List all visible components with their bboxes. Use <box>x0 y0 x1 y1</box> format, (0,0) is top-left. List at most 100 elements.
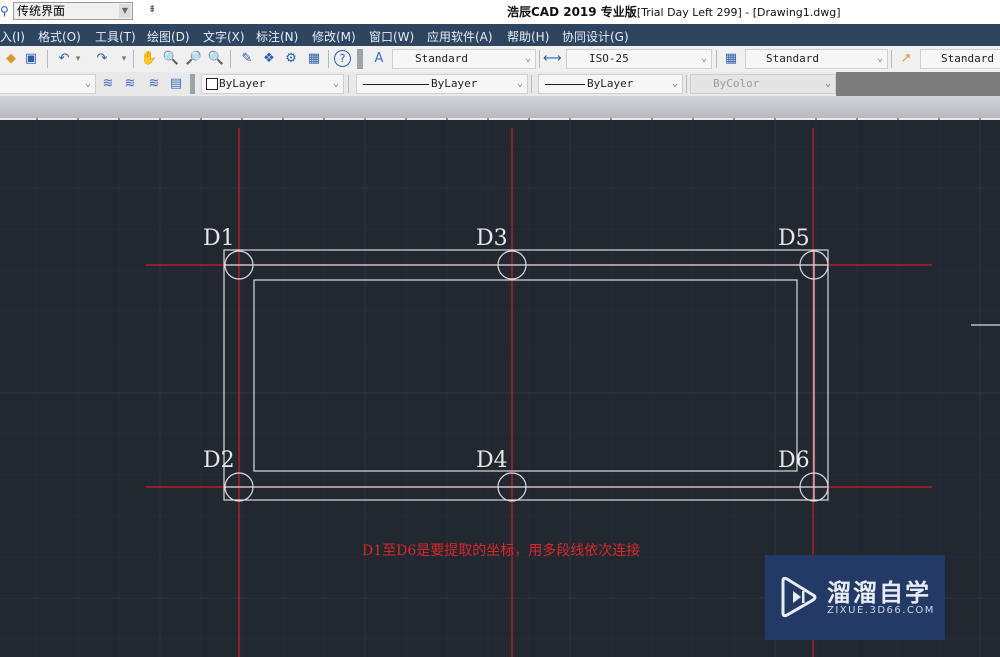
lineweight-select[interactable]: ByLayer ⌄ <box>538 74 683 94</box>
window-title: 浩辰CAD 2019 专业版[Trial Day Left 299] - [Dr… <box>507 3 841 20</box>
calculator-icon[interactable]: ▦ <box>305 50 323 68</box>
plotstyle-value: ByColor <box>713 77 760 90</box>
toolbar-separator <box>133 50 134 68</box>
match-properties-icon[interactable]: ✎ <box>238 50 256 68</box>
toolbar-grip[interactable] <box>357 49 363 69</box>
menu-tools[interactable]: 工具(T) <box>95 28 136 45</box>
toolbar-separator <box>539 50 540 68</box>
menu-draw[interactable]: 绘图(D) <box>147 28 190 45</box>
toolbar-separator <box>686 75 687 93</box>
quick-access-customize-icon[interactable]: ⇟ <box>148 4 156 15</box>
toolbar-separator <box>716 50 717 68</box>
text-style-icon[interactable]: A <box>370 50 388 68</box>
menu-window[interactable]: 窗口(W) <box>369 28 414 45</box>
watermark-badge: 溜溜自学 ZIXUE.3D66.COM <box>765 555 945 640</box>
toolbar-dock-strip <box>0 96 1000 120</box>
toolbar-separator <box>230 50 231 68</box>
lineweight-preview <box>545 84 585 85</box>
geometry <box>223 249 1000 502</box>
chevron-down-icon: ⌄ <box>332 78 339 89</box>
toolbar-grip[interactable] <box>190 74 195 94</box>
linetype-preview <box>363 84 429 85</box>
chevron-down-icon: ⌄ <box>671 78 678 89</box>
pan-hand-icon[interactable]: ✋ <box>140 50 158 68</box>
menu-bar: 入(I) 格式(O) 工具(T) 绘图(D) 文字(X) 标注(N) 修改(M)… <box>0 24 1000 46</box>
plotstyle-select: ByColor ⌄ <box>690 74 836 94</box>
lineweight-value: ByLayer <box>587 77 634 90</box>
multileader-style-select[interactable]: Standard <box>920 49 1000 69</box>
menu-dimension[interactable]: 标注(N) <box>256 28 298 45</box>
drawing-caption: D1至D6是要提取的坐标，用多段线依次连接 <box>362 543 641 559</box>
play-logo-icon <box>781 576 817 618</box>
toolbar-separator <box>891 50 892 68</box>
toolbar-separator <box>531 75 532 93</box>
chevron-down-icon: ⌄ <box>876 53 883 64</box>
linetype-select[interactable]: ByLayer ⌄ <box>356 74 528 94</box>
menu-insert[interactable]: 入(I) <box>0 28 25 45</box>
chevron-down-icon: ⌄ <box>516 78 523 89</box>
publish-icon[interactable]: ▣ <box>22 50 40 68</box>
chevron-down-icon: ⌄ <box>700 53 707 64</box>
standard-toolbar: ◆ ▣ ↶ ▾ ↷ ▾ ✋ 🔍 🔎 🔍 ✎ ❖ ⚙ ▦ ? A Standard… <box>0 46 1000 73</box>
menu-applications[interactable]: 应用软件(A) <box>427 28 493 45</box>
title-bar: ⚲ 传统界面 ▼ ⇟ 浩辰CAD 2019 专业版[Trial Day Left… <box>0 0 1000 24</box>
inner-rectangle[interactable] <box>253 279 798 472</box>
toolbar-separator <box>348 75 349 93</box>
app-name: 浩辰CAD 2019 专业版 <box>507 5 637 19</box>
layer-match-icon[interactable]: ▤ <box>167 75 185 93</box>
zoom-realtime-icon[interactable]: 🔍 <box>162 50 180 68</box>
help-icon[interactable]: ? <box>334 50 351 67</box>
design-center-icon[interactable]: ❖ <box>260 50 278 68</box>
color-value: ByLayer <box>219 77 266 90</box>
undo-dropdown-icon[interactable]: ▾ <box>73 50 83 68</box>
menu-help[interactable]: 帮助(H) <box>507 28 549 45</box>
layer-select[interactable]: ⌄ <box>0 74 96 94</box>
layer-previous-icon[interactable]: ≋ <box>145 75 163 93</box>
linetype-value: ByLayer <box>431 77 478 90</box>
color-select[interactable]: ByLayer ⌄ <box>201 74 344 94</box>
zoom-window-icon[interactable]: 🔎 <box>185 50 203 68</box>
redo-dropdown-icon[interactable]: ▾ <box>119 50 129 68</box>
menu-text[interactable]: 文字(X) <box>203 28 245 45</box>
layer-state-icon[interactable]: ≋ <box>121 75 139 93</box>
chevron-down-icon: ⌄ <box>824 78 831 89</box>
color-swatch <box>206 78 218 90</box>
point-label-d1: D1 <box>203 226 235 251</box>
dimension-style-select[interactable]: ISO-25 ⌄ <box>566 49 712 69</box>
point-label-d5: D5 <box>778 226 810 251</box>
toolbar-separator <box>328 50 329 68</box>
app-file-info: [Trial Day Left 299] - [Drawing1.dwg] <box>636 6 841 19</box>
undo-icon[interactable]: ↶ <box>55 50 73 68</box>
point-label-d2: D2 <box>203 448 235 473</box>
chevron-down-icon[interactable]: ▼ <box>119 4 131 18</box>
multileader-style-value: Standard <box>941 52 994 65</box>
chevron-down-icon: ⌄ <box>524 53 531 64</box>
redo-icon[interactable]: ↷ <box>93 50 111 68</box>
watermark-url: ZIXUE.3D66.COM <box>827 605 935 616</box>
point-label-d4: D4 <box>476 448 508 473</box>
zoom-previous-icon[interactable]: 🔍 <box>207 50 225 68</box>
text-style-value: Standard <box>415 52 468 65</box>
menu-collaboration[interactable]: 协同设计(G) <box>562 28 629 45</box>
workspace-value: 传统界面 <box>17 4 66 18</box>
dimension-style-icon[interactable]: ⟷ <box>543 50 562 68</box>
table-style-select[interactable]: Standard ⌄ <box>745 49 888 69</box>
menu-format[interactable]: 格式(O) <box>38 28 81 45</box>
workspace-icon: ⚲ <box>0 4 9 18</box>
settings-gears-icon[interactable]: ⚙ <box>282 50 300 68</box>
watermark-title: 溜溜自学 <box>827 579 931 607</box>
outer-rectangle[interactable] <box>223 249 829 501</box>
table-style-icon[interactable]: ▦ <box>722 50 740 68</box>
toolbar-separator <box>47 50 48 68</box>
point-label-d6: D6 <box>778 448 810 473</box>
point-label-d3: D3 <box>476 226 508 251</box>
chevron-down-icon: ⌄ <box>84 78 91 89</box>
tag-icon[interactable]: ◆ <box>2 50 20 68</box>
multileader-style-icon[interactable]: ↗ <box>897 50 915 68</box>
menu-modify[interactable]: 修改(M) <box>312 28 356 45</box>
text-style-select[interactable]: Standard ⌄ <box>392 49 536 69</box>
dimension-style-value: ISO-25 <box>589 52 629 65</box>
layer-manager-icon[interactable]: ≋ <box>99 75 117 93</box>
workspace-select[interactable]: 传统界面 ▼ <box>13 2 133 20</box>
toolbar-empty-area <box>836 72 1000 96</box>
